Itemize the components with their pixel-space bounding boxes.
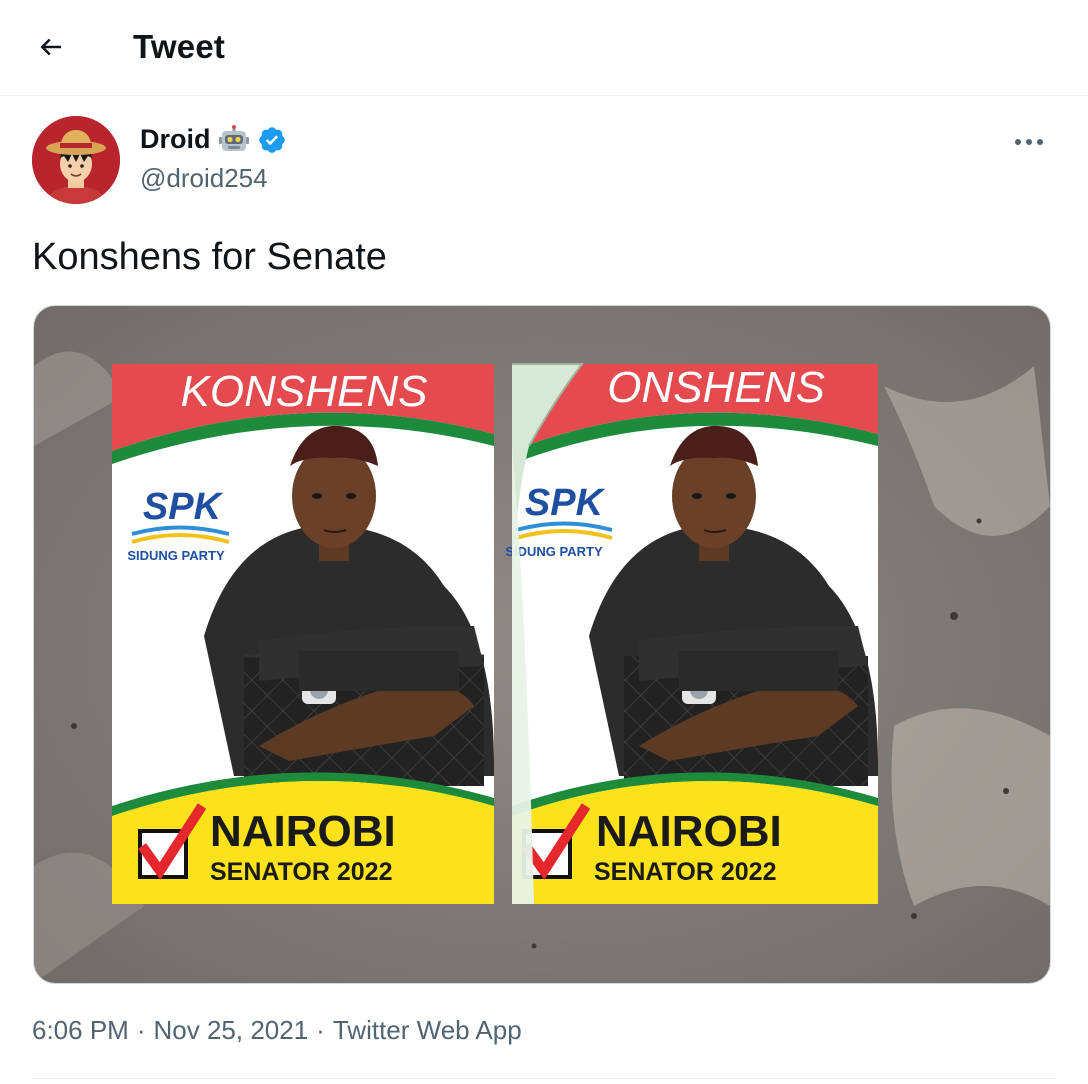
tweet-date[interactable]: Nov 25, 2021 bbox=[154, 1015, 309, 1046]
author-handle[interactable]: @droid254 bbox=[140, 163, 268, 194]
poster-right-name: ONSHENS bbox=[607, 363, 825, 412]
verified-badge-icon bbox=[258, 126, 285, 153]
arrow-left-icon bbox=[40, 38, 61, 56]
meta-separator: · bbox=[316, 1015, 325, 1045]
page-title: Tweet bbox=[133, 28, 226, 65]
tweet-meta: 6:06 PM · Nov 25, 2021 · Twitter Web App bbox=[32, 1015, 522, 1046]
robot-emoji-icon bbox=[218, 124, 249, 151]
author-name-link[interactable]: Droid bbox=[140, 124, 287, 155]
poster-left: KONSHENS SPK SIDUNG PARTY NAIROBI SENATO… bbox=[112, 364, 494, 904]
more-options-button[interactable] bbox=[1008, 124, 1050, 160]
poster-right-party-name: SIDUNG PARTY bbox=[505, 544, 603, 559]
tweet-source[interactable]: Twitter Web App bbox=[333, 1015, 522, 1046]
poster-left-party-name: SIDUNG PARTY bbox=[127, 548, 225, 563]
poster-right-city: NAIROBI bbox=[596, 807, 782, 856]
poster-left-name: KONSHENS bbox=[181, 367, 428, 416]
meta-separator: · bbox=[136, 1015, 146, 1045]
divider bbox=[32, 1078, 1056, 1079]
poster-left-office: SENATOR 2022 bbox=[210, 858, 392, 886]
tweet-text: Konshens for Senate bbox=[32, 236, 387, 278]
back-button[interactable] bbox=[22, 18, 80, 76]
tweet-media-image[interactable]: KONSHENS SPK SIDUNG PARTY NAIROBI SENATO… bbox=[33, 305, 1051, 984]
poster-right-party-abbrev: SPK bbox=[525, 482, 606, 524]
author-name: Droid bbox=[140, 124, 211, 154]
poster-left-party-abbrev: SPK bbox=[143, 486, 224, 528]
poster-right: ONSHENS SPK SIDUNG PARTY NAIROBI SENATOR bbox=[505, 363, 878, 904]
poster-right-office: SENATOR 2022 bbox=[594, 858, 776, 886]
avatar-image bbox=[32, 116, 120, 204]
tweet-time[interactable]: 6:06 PM bbox=[32, 1015, 129, 1046]
more-horizontal-icon bbox=[1015, 139, 1043, 145]
avatar[interactable] bbox=[32, 116, 120, 204]
campaign-poster-photo: KONSHENS SPK SIDUNG PARTY NAIROBI SENATO… bbox=[34, 306, 1050, 983]
poster-left-city: NAIROBI bbox=[210, 807, 396, 856]
top-bar: Tweet bbox=[0, 0, 1088, 96]
